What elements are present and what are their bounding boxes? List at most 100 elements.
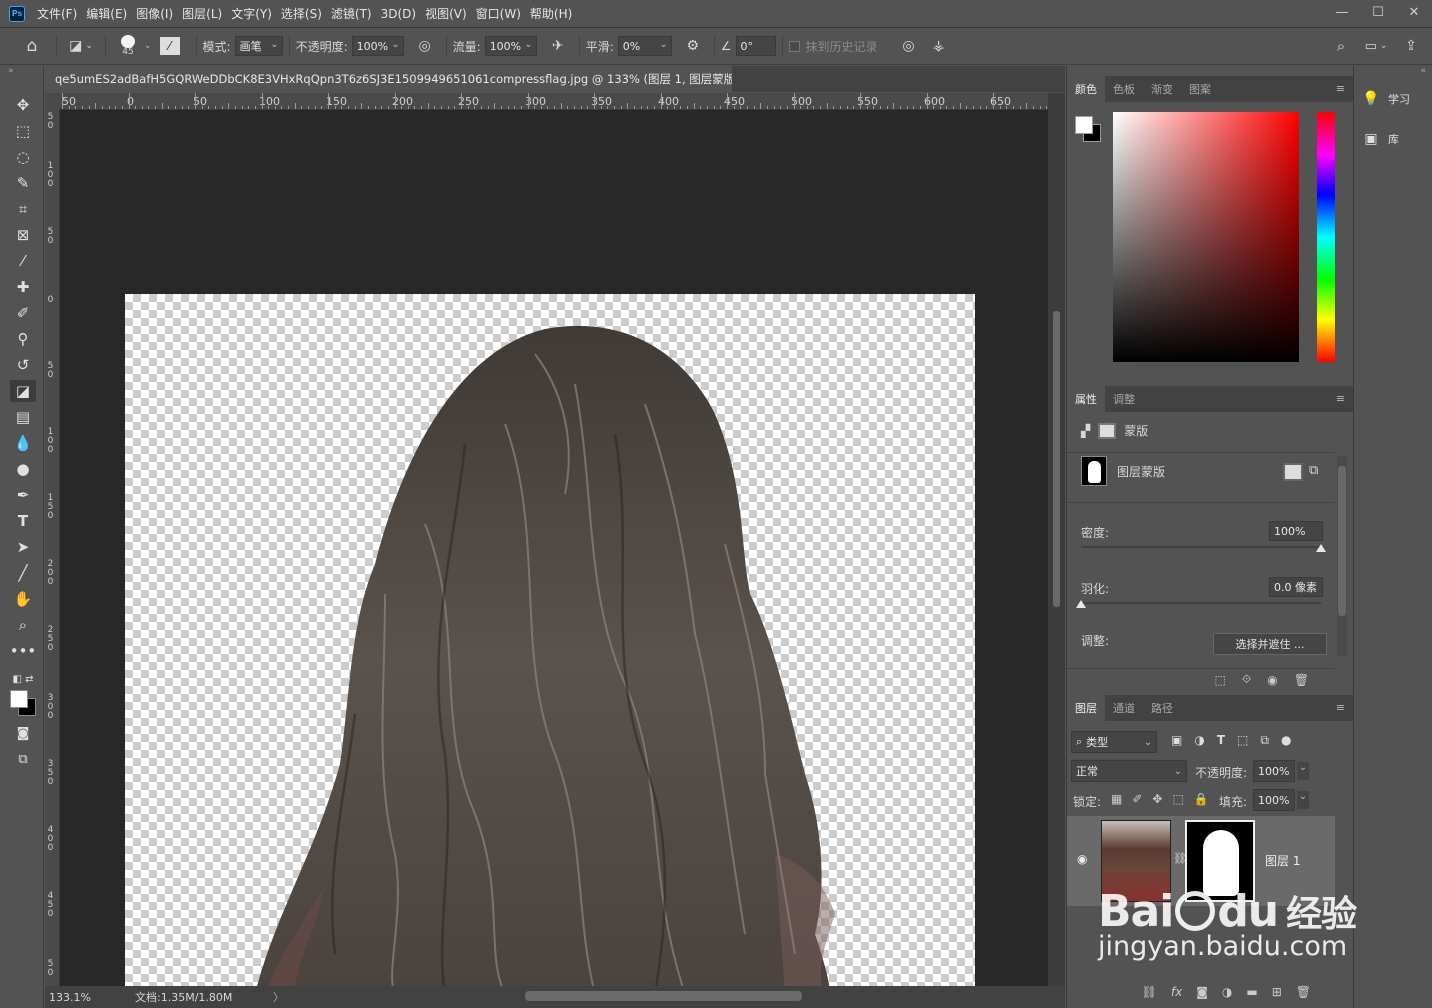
select-mask-icon[interactable] (1283, 463, 1303, 481)
adjustment-layer-icon[interactable]: ◑ (1222, 985, 1232, 999)
menu-type[interactable]: 文字(Y) (231, 5, 272, 22)
zoom-level[interactable]: 133.1% (49, 991, 129, 1004)
pixel-filter-icon[interactable]: ▣ (1171, 733, 1182, 748)
vertical-scroll-thumb[interactable] (1053, 311, 1060, 607)
clone-stamp-tool-icon[interactable]: ⚲ (10, 328, 36, 350)
horizontal-ruler[interactable]: 50 0 50 100 150 200 250 300 350 400 450 … (60, 93, 1048, 110)
shape-filter-icon[interactable]: ⬚ (1237, 733, 1248, 748)
line-tool-icon[interactable]: ╱ (10, 562, 36, 584)
pressure-size-icon[interactable]: ◎ (894, 35, 924, 57)
vertical-ruler[interactable]: 50 100 50 0 50 100 150 200 250 300 350 4… (45, 110, 60, 986)
density-slider-handle[interactable] (1316, 544, 1326, 552)
type-tool-icon[interactable]: T (10, 510, 36, 532)
horizontal-scroll-thumb[interactable] (525, 991, 802, 1001)
filter-toggle-icon[interactable]: ● (1281, 733, 1291, 748)
density-field[interactable]: 100% (1269, 521, 1323, 541)
pixel-mask-icon[interactable]: ▞ (1081, 424, 1090, 438)
layer-visibility-eye-icon[interactable]: ◉ (1077, 852, 1087, 866)
panel-menu-icon[interactable]: ≡ (1336, 701, 1345, 714)
menu-help[interactable]: 帮助(H) (530, 5, 572, 22)
vertical-scrollbar[interactable] (1048, 93, 1065, 986)
layer-name[interactable]: 图层 1 (1265, 852, 1300, 869)
document-tab[interactable]: qe5umES2adBafH5GQRWeDDbCK8E3VHxRqQpn3T6z… (45, 66, 732, 92)
learn-panel-button[interactable]: 💡 学习 (1362, 84, 1426, 114)
menu-edit[interactable]: 编辑(E) (86, 5, 127, 22)
home-icon[interactable]: ⌂ (14, 35, 50, 57)
menu-filter[interactable]: 滤镜(T) (331, 5, 372, 22)
eraser-preset-icon[interactable]: ◪ ⌄ (63, 35, 99, 57)
minimize-button[interactable]: — (1324, 0, 1360, 24)
quick-mask-icon[interactable]: ◙ (10, 722, 36, 744)
menu-image[interactable]: 图像(I) (136, 5, 173, 22)
blend-mode-select[interactable]: 正常 ⌄ (1071, 760, 1187, 782)
status-arrow-icon[interactable]: 〉 (273, 989, 284, 1005)
select-and-mask-button[interactable]: 选择并遮住 ... (1213, 633, 1327, 655)
zoom-tool-icon[interactable]: ⌕ (10, 614, 36, 636)
collapse-icon[interactable]: » (8, 66, 14, 76)
search-icon[interactable]: ⌕ (1326, 35, 1356, 57)
panel-menu-icon[interactable]: ≡ (1336, 82, 1345, 95)
feather-field[interactable]: 0.0 像素 (1269, 577, 1323, 597)
blur-tool-icon[interactable]: 💧 (10, 432, 36, 454)
frame-tool-icon[interactable]: ⊠ (10, 224, 36, 246)
brush-preset-picker[interactable]: 45 (112, 35, 144, 57)
fill-field[interactable]: 100% (1253, 789, 1295, 811)
more-tools-icon[interactable]: ••• (10, 640, 37, 662)
foreground-color-swatch[interactable] (10, 690, 28, 708)
brush-settings-icon[interactable]: ⁄ (159, 37, 180, 55)
trash-icon[interactable]: 🗑 (1294, 673, 1309, 687)
tab-layers[interactable]: 图层 (1067, 695, 1105, 721)
link-layers-icon[interactable]: ⛓ (1142, 985, 1157, 999)
tab-properties[interactable]: 属性 (1067, 386, 1105, 412)
history-brush-tool-icon[interactable]: ↺ (10, 354, 36, 376)
path-select-tool-icon[interactable]: ➤ (10, 536, 36, 558)
lock-artboard-icon[interactable]: ⬚ (1172, 792, 1183, 806)
gear-icon[interactable]: ⚙ (678, 35, 708, 57)
feather-slider-handle[interactable] (1076, 600, 1086, 608)
workspace-icon[interactable]: ▭ ⌄ (1356, 35, 1396, 57)
opacity-field[interactable]: 100% ⌄ (351, 36, 404, 56)
chevron-down-icon[interactable]: ⌄ (1297, 762, 1309, 780)
menu-window[interactable]: 窗口(W) (476, 5, 521, 22)
crop-tool-icon[interactable]: ⌗ (10, 198, 36, 220)
panel-menu-icon[interactable]: ≡ (1336, 392, 1345, 405)
pen-tool-icon[interactable]: ✒ (10, 484, 36, 506)
layer-filter-select[interactable]: ⌕ 类型 ⌄ (1071, 731, 1157, 753)
type-filter-icon[interactable]: T (1217, 733, 1225, 748)
hand-tool-icon[interactable]: ✋ (10, 588, 36, 610)
marquee-tool-icon[interactable]: ⬚ (10, 120, 36, 142)
properties-scrollbar[interactable] (1337, 456, 1347, 656)
new-layer-icon[interactable]: ⊞ (1272, 985, 1282, 999)
close-window-button[interactable]: ✕ (1396, 0, 1432, 24)
eye-icon[interactable]: ◉ (1267, 673, 1277, 687)
angle-field[interactable]: 0° (735, 36, 776, 56)
menu-view[interactable]: 视图(V) (425, 5, 467, 22)
trash-icon[interactable]: 🗑 (1296, 985, 1311, 999)
lock-position-icon[interactable]: ✥ (1152, 792, 1162, 806)
tab-paths[interactable]: 路径 (1143, 695, 1181, 721)
libraries-panel-button[interactable]: ▣ 库 (1362, 124, 1426, 154)
dodge-tool-icon[interactable]: ● (10, 458, 36, 480)
brush-tool-icon[interactable]: ✐ (10, 302, 36, 324)
layer-opacity-field[interactable]: 100% (1253, 760, 1295, 782)
erase-history-checkbox[interactable] (788, 40, 800, 52)
tab-patterns[interactable]: 图案 (1181, 76, 1219, 102)
color-spectrum-picker[interactable] (1113, 112, 1299, 362)
smoothing-field[interactable]: 0% ⌄ (617, 36, 672, 56)
tab-color[interactable]: 颜色 (1067, 76, 1105, 102)
screen-mode-icon[interactable]: ⧉ (10, 748, 36, 770)
lock-image-icon[interactable]: ✐ (1132, 792, 1142, 806)
healing-brush-tool-icon[interactable]: ✚ (10, 276, 36, 298)
lasso-tool-icon[interactable]: ◌ (10, 146, 36, 168)
menu-file[interactable]: 文件(F) (37, 5, 77, 22)
collapse-icon[interactable]: « (1420, 66, 1426, 76)
load-selection-icon[interactable]: ⬚ (1214, 673, 1225, 687)
fx-icon[interactable]: fx (1171, 985, 1182, 999)
chevron-down-icon[interactable]: ⌄ (144, 41, 152, 51)
symmetry-icon[interactable]: ⚶ (924, 35, 954, 57)
hue-slider[interactable] (1317, 112, 1335, 362)
layer-row[interactable]: ◉ ⛓ 图层 1 (1067, 816, 1335, 906)
gradient-tool-icon[interactable]: ▤ (10, 406, 36, 428)
adjustment-filter-icon[interactable]: ◑ (1194, 733, 1204, 748)
canvas-workspace[interactable] (60, 110, 1048, 986)
